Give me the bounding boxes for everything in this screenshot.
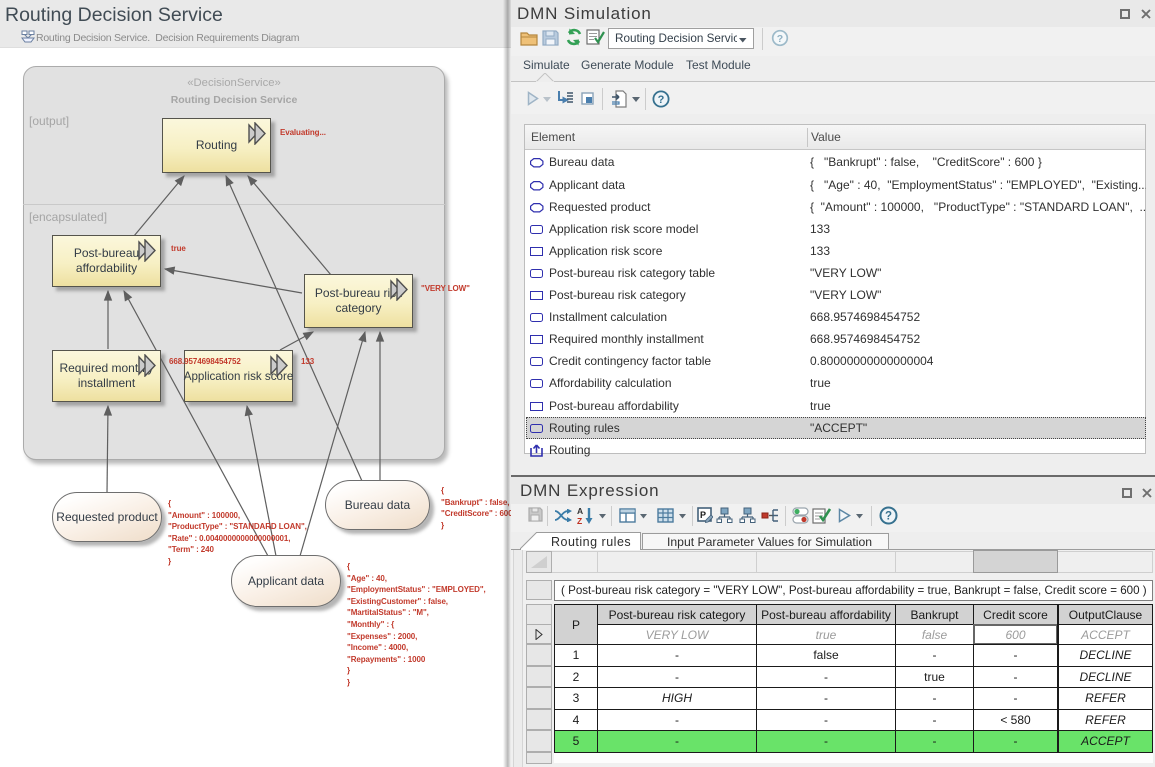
svg-text:?: ? [777, 33, 783, 45]
svg-text:P: P [700, 510, 706, 520]
svg-text:?: ? [658, 94, 665, 106]
svg-text:A: A [577, 506, 583, 516]
svg-text:?: ? [885, 511, 892, 523]
svg-text:Z: Z [577, 516, 582, 525]
